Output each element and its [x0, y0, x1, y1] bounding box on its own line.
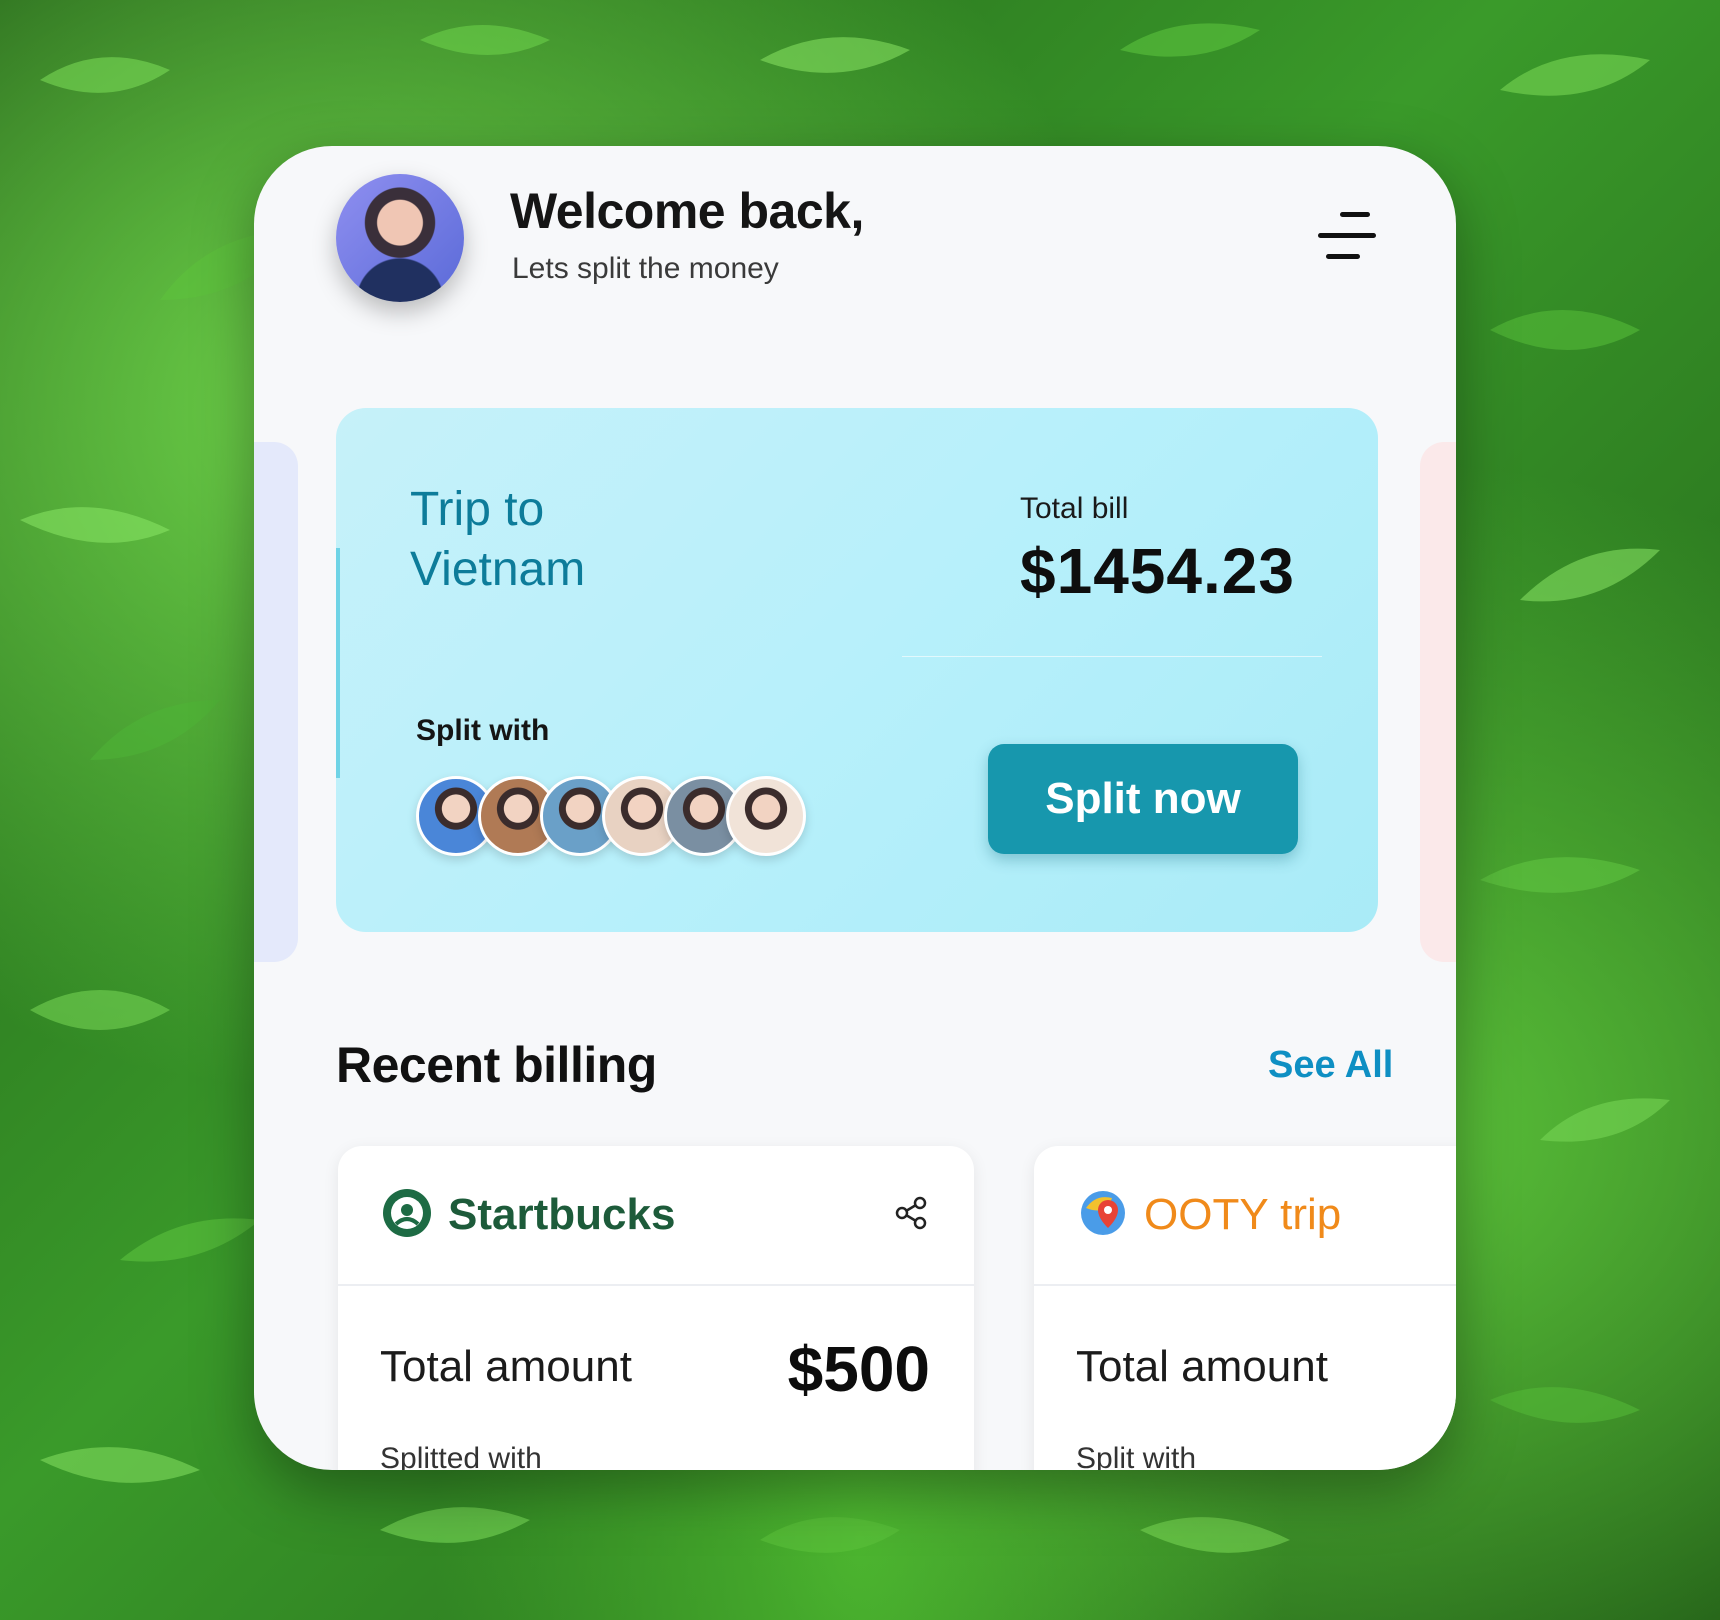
total-amount-label: Total amount — [1076, 1342, 1328, 1391]
bill-brand-name: OOTY trip — [1144, 1190, 1342, 1239]
user-avatar[interactable] — [336, 174, 464, 302]
starbucks-logo-icon — [383, 1189, 431, 1237]
total-bill-value: $1454.23 — [1020, 535, 1295, 607]
split-with-label: Split with — [1076, 1442, 1197, 1470]
trip-card-edge — [336, 548, 340, 778]
trip-card[interactable]: Trip to Vietnam Total bill $1454.23 Spli… — [336, 408, 1378, 932]
recent-billing-title: Recent billing — [336, 1037, 657, 1093]
bill-card-ooty-trip[interactable]: OOTY trip Total amount Split with — [1034, 1146, 1456, 1470]
split-now-button[interactable]: Split now — [988, 744, 1298, 854]
share-icon[interactable] — [894, 1196, 928, 1230]
menu-icon[interactable] — [1318, 208, 1376, 264]
split-with-label: Split with — [416, 714, 550, 747]
divider — [902, 656, 1322, 657]
participant-avatars — [416, 776, 836, 856]
see-all-link[interactable]: See All — [1268, 1044, 1393, 1087]
bill-card-header: Startbucks — [338, 1146, 974, 1286]
total-amount-label: Total amount — [380, 1342, 632, 1391]
previous-trip-card-peek[interactable] — [254, 442, 298, 962]
total-bill-label: Total bill — [1020, 492, 1129, 525]
bill-card-header: OOTY trip — [1034, 1146, 1456, 1286]
splitted-with-label: Splitted with — [380, 1442, 542, 1470]
welcome-heading: Welcome back, — [510, 183, 864, 239]
welcome-subtitle: Lets split the money — [512, 252, 779, 285]
app-screen: Welcome back, Lets split the money Trip … — [254, 146, 1456, 1470]
trip-title: Trip to Vietnam — [410, 483, 586, 596]
map-pin-logo-icon — [1081, 1191, 1125, 1235]
next-trip-card-peek[interactable] — [1420, 442, 1456, 962]
participant-avatar — [726, 776, 806, 856]
bill-brand-name: Startbucks — [448, 1190, 676, 1239]
total-amount-value: $500 — [787, 1333, 930, 1405]
bill-card-startbucks[interactable]: Startbucks Total amount $500 Splitted wi… — [338, 1146, 974, 1470]
